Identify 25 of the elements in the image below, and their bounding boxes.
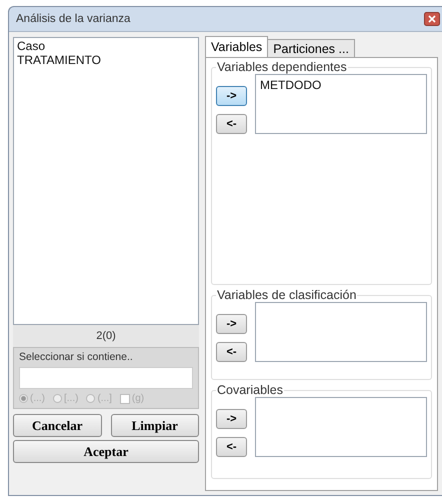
variable-list[interactable]: Caso TRATAMIENTO [13, 37, 199, 325]
list-item[interactable]: TRATAMIENTO [17, 53, 195, 67]
group-title: Variables de clasificación [216, 288, 358, 302]
variable-list[interactable]: METDODO [255, 74, 427, 134]
close-icon[interactable] [424, 12, 440, 26]
clear-button[interactable]: Limpiar [110, 414, 199, 437]
variable-list[interactable] [255, 397, 427, 457]
cancel-button[interactable]: Cancelar [13, 414, 102, 437]
accept-button[interactable]: Aceptar [13, 440, 199, 463]
list-item[interactable]: METDODO [260, 78, 422, 92]
add-button[interactable]: -> [216, 86, 247, 106]
group-title: Covariables [216, 383, 284, 397]
remove-button[interactable]: <- [216, 437, 247, 457]
tab[interactable]: Particiones ... [267, 39, 355, 57]
add-button[interactable]: -> [216, 409, 247, 429]
remove-button[interactable]: <- [216, 342, 247, 362]
filter-label: Seleccionar si contiene.. [19, 351, 134, 363]
window-title: Análisis de la varianza [16, 13, 130, 25]
add-button[interactable]: -> [216, 314, 247, 334]
tab[interactable]: Variables [205, 36, 268, 57]
variable-list[interactable] [255, 302, 427, 362]
remove-button[interactable]: <- [216, 114, 247, 134]
group-title: Variables dependientes [216, 60, 348, 74]
list-item[interactable]: Caso [17, 39, 195, 53]
count-label: 2(0) [13, 325, 199, 347]
